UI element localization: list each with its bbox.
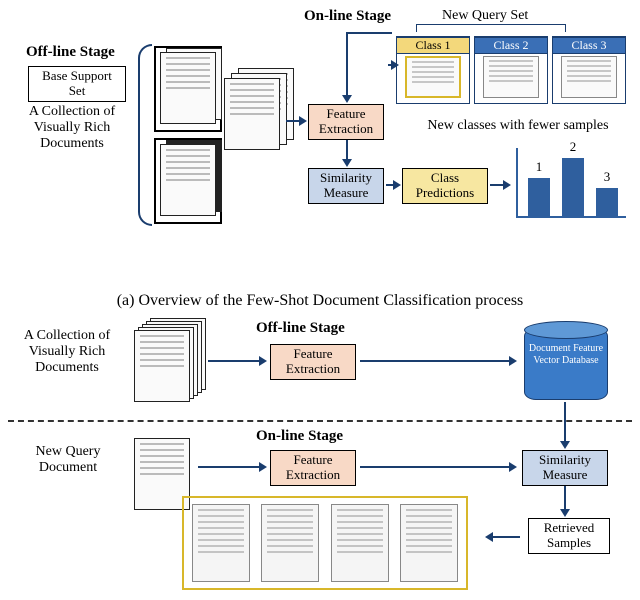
retrieved-thumbnails xyxy=(182,496,468,590)
arrow-icon xyxy=(386,184,394,186)
similarity-measure-label: Similarity Measure xyxy=(320,170,372,200)
query-class-3: Class 3 xyxy=(552,36,626,104)
feature-extraction-label: Feature Extraction xyxy=(286,452,340,482)
arrow-icon xyxy=(388,64,392,66)
similarity-measure-box: Similarity Measure xyxy=(308,168,384,204)
arrow-icon xyxy=(346,140,348,160)
document-icon xyxy=(400,504,458,582)
new-query-doc-label: New Query Document xyxy=(18,444,118,476)
bar-label: 3 xyxy=(600,170,614,185)
document-icon xyxy=(405,56,461,98)
similarity-measure-box: Similarity Measure xyxy=(522,450,608,486)
arrow-icon xyxy=(360,466,510,468)
feature-extraction-box: Feature Extraction xyxy=(270,344,356,380)
bracket-icon xyxy=(416,24,566,32)
arrow-line xyxy=(346,32,392,34)
arrow-icon xyxy=(198,466,260,468)
arrow-icon xyxy=(360,360,510,362)
collection-label: A Collection of Visually Rich Documents xyxy=(8,104,136,152)
new-query-set-label: New Query Set xyxy=(442,8,528,24)
base-support-set-label: Base Support Set xyxy=(42,68,112,98)
document-icon xyxy=(192,504,250,582)
arrow-icon xyxy=(286,120,300,122)
feature-extraction-box: Feature Extraction xyxy=(270,450,356,486)
arrow-icon xyxy=(492,536,520,538)
online-stage-title: On-line Stage xyxy=(256,428,343,445)
arrow-icon xyxy=(490,184,504,186)
database-label: Document Feature Vector Database xyxy=(529,343,603,366)
offline-stage-title: Off-line Stage xyxy=(256,320,345,337)
panel-few-shot: On-line Stage New Query Set Class 1 Clas… xyxy=(8,8,632,288)
class-header: Class 1 xyxy=(396,37,470,54)
retrieved-samples-box: Retrieved Samples xyxy=(528,518,610,554)
panel-caption: (a) Overview of the Few-Shot Document Cl… xyxy=(8,292,632,310)
feature-extraction-label: Feature Extraction xyxy=(286,346,340,376)
panel-retrieval: Off-line Stage A Collection of Visually … xyxy=(8,320,632,600)
class-header: Class 2 xyxy=(474,37,548,54)
class-header: Class 3 xyxy=(552,37,626,54)
query-class-2: Class 2 xyxy=(474,36,548,104)
fewer-samples-label: New classes with fewer samples xyxy=(408,118,628,134)
class-predictions-box: Class Predictions xyxy=(402,168,488,204)
online-stage-title: On-line Stage xyxy=(304,8,391,25)
curly-brace-icon xyxy=(138,44,152,226)
bar-label: 1 xyxy=(532,160,546,175)
class-predictions-label: Class Predictions xyxy=(416,170,475,200)
feature-extraction-box: Feature Extraction xyxy=(308,104,384,140)
arrow-icon xyxy=(564,486,566,510)
similarity-measure-label: Similarity Measure xyxy=(539,452,591,482)
document-icon xyxy=(483,56,539,98)
database-icon: Document Feature Vector Database xyxy=(524,328,608,400)
arrow-icon xyxy=(564,402,566,442)
document-icon xyxy=(261,504,319,582)
collection-label: A Collection of Visually Rich Documents xyxy=(8,328,126,376)
bar-label: 2 xyxy=(566,140,580,155)
base-support-set-box: Base Support Set xyxy=(28,66,126,102)
offline-stage-title: Off-line Stage xyxy=(26,44,115,61)
query-class-1: Class 1 xyxy=(396,36,470,104)
arrow-icon xyxy=(208,360,260,362)
document-icon xyxy=(331,504,389,582)
document-icon xyxy=(561,56,617,98)
retrieved-samples-label: Retrieved Samples xyxy=(544,520,595,550)
arrow-icon xyxy=(346,32,348,96)
prediction-bar-chart: 1 2 3 xyxy=(516,148,626,218)
feature-extraction-label: Feature Extraction xyxy=(319,106,373,136)
dashed-divider xyxy=(8,420,632,422)
